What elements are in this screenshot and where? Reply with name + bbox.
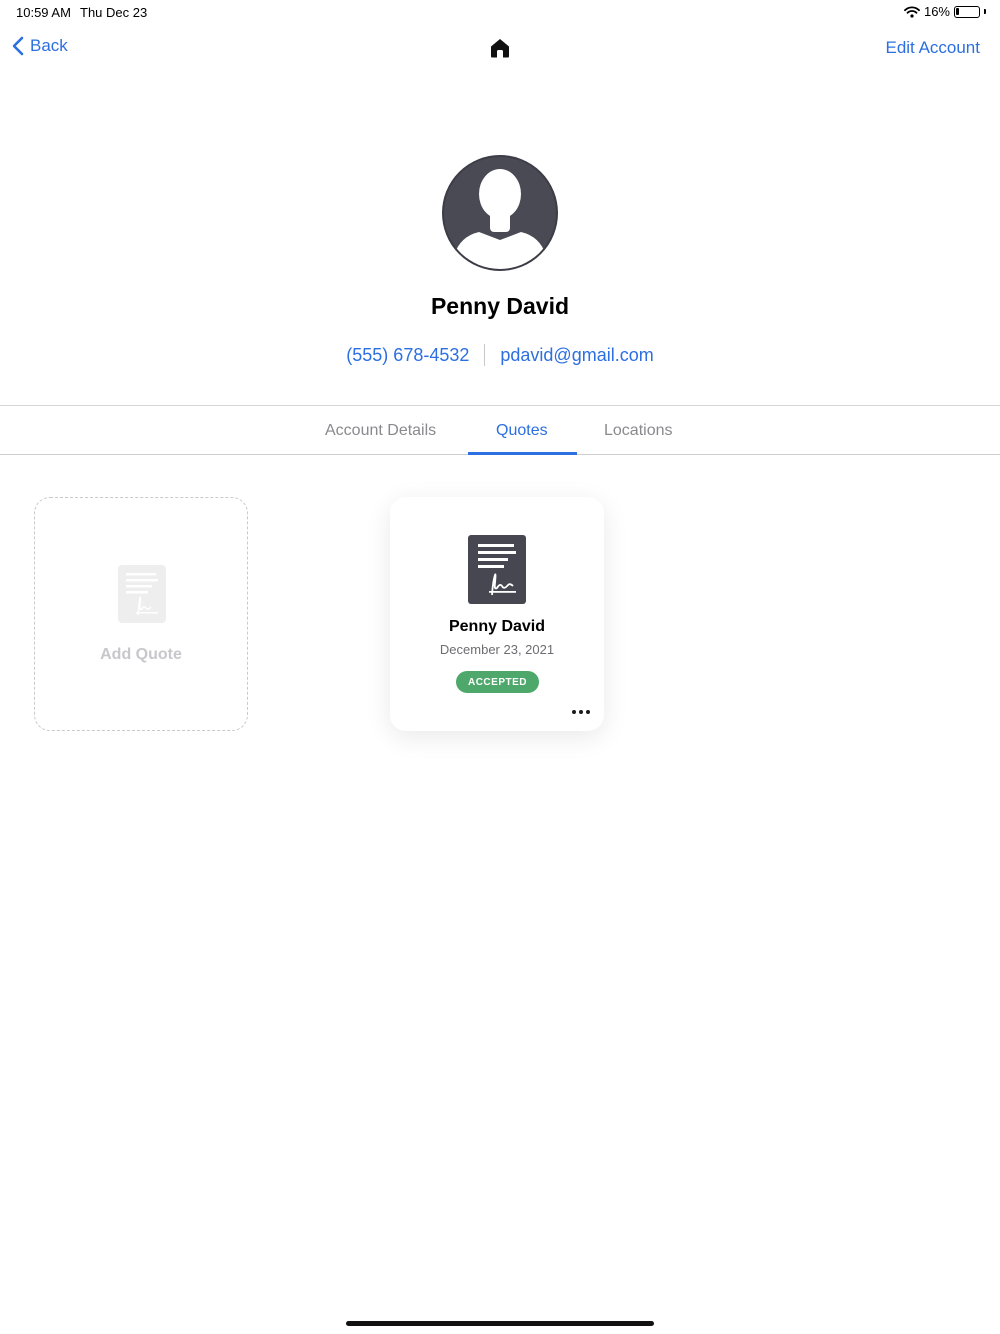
home-icon (491, 39, 509, 58)
battery-percent: 16% (923, 4, 950, 19)
battery-icon (954, 5, 980, 18)
phone-link[interactable]: (555) 678-4532 (346, 345, 484, 366)
signed-document-icon (468, 535, 526, 604)
tab-quotes[interactable]: Quotes (496, 422, 548, 440)
signed-document-icon (118, 565, 166, 623)
status-indicators: 16% (904, 4, 986, 19)
back-button[interactable]: Back (12, 36, 68, 56)
active-tab-indicator (468, 452, 577, 455)
quote-customer-name: Penny David (448, 618, 546, 635)
battery-cap (984, 9, 986, 14)
chevron-left-icon (12, 36, 24, 56)
status-time: 10:59 AM (16, 5, 71, 20)
edit-account-button[interactable]: Edit Account (885, 38, 980, 58)
home-button[interactable] (488, 36, 512, 60)
tab-account-details[interactable]: Account Details (325, 422, 436, 440)
status-date: Thu Dec 23 (80, 5, 148, 20)
quote-card[interactable]: Penny David December 23, 2021 ACCEPTED (390, 497, 604, 731)
add-quote-card[interactable]: Add Quote (34, 497, 248, 731)
quote-date: December 23, 2021 (439, 642, 555, 657)
profile-name: Penny David (430, 293, 570, 319)
more-horizontal-icon-dot (586, 710, 590, 714)
avatar (441, 154, 559, 272)
tab-bar: Account Details Quotes Locations (0, 405, 1000, 455)
status-bar: 10:59 AM Thu Dec 23 16% (0, 0, 1000, 24)
battery-level (956, 7, 959, 15)
contact-row: (555) 678-4532 pdavid@gmail.com (0, 344, 1000, 366)
email-link[interactable]: pdavid@gmail.com (485, 345, 653, 366)
back-label: Back (30, 36, 68, 55)
person-silhouette-icon (442, 155, 558, 271)
more-horizontal-icon-dot (579, 710, 583, 714)
more-horizontal-icon (572, 710, 576, 714)
home-indicator (346, 1321, 654, 1326)
wifi-icon (904, 5, 920, 18)
tab-locations[interactable]: Locations (604, 422, 673, 440)
status-badge: ACCEPTED (456, 671, 539, 693)
add-quote-label: Add Quote (100, 646, 182, 663)
more-options-button[interactable] (568, 703, 594, 721)
navigation-bar: Back Edit Account (0, 30, 1000, 70)
